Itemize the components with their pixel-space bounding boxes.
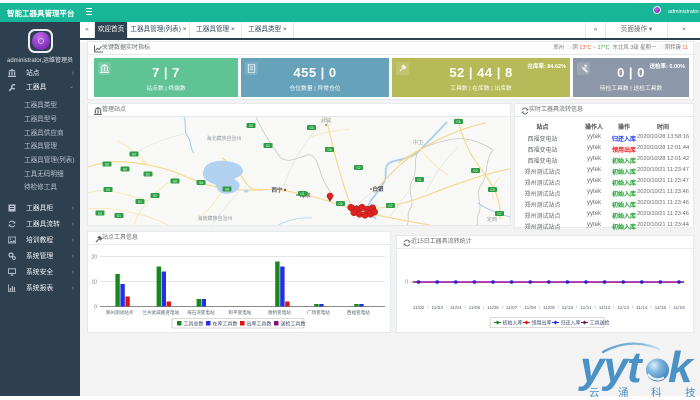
svg-text:兰州武威路变电站: 兰州武威路变电站 [142, 309, 179, 316]
svg-text:送检工具数: 送检工具数 [281, 320, 306, 327]
svg-text:G7: G7 [388, 204, 392, 208]
svg-text:技: 技 [685, 386, 696, 397]
svg-text:G0: G0 [132, 153, 136, 157]
svg-text:G0: G0 [249, 124, 253, 128]
svg-text:武威: 武威 [321, 117, 331, 124]
svg-text:G2: G2 [98, 212, 102, 216]
svg-text:S2: S2 [266, 144, 270, 148]
svg-text:20: 20 [91, 254, 97, 260]
svg-text:科: 科 [651, 386, 662, 397]
svg-text:广场变电站: 广场变电站 [307, 309, 330, 316]
svg-text:G0: G0 [105, 163, 109, 167]
svg-text:工具送检: 工具送检 [590, 319, 610, 326]
svg-text:11/03: 11/03 [431, 305, 443, 311]
svg-text:出库工具数: 出库工具数 [247, 320, 272, 327]
svg-text:工具总数: 工具总数 [184, 320, 204, 327]
svg-text:S1: S1 [117, 214, 121, 218]
svg-text:11/05: 11/05 [469, 305, 481, 311]
svg-text:定西: 定西 [487, 216, 497, 223]
svg-text:中卫: 中卫 [413, 139, 423, 146]
svg-text:西福变电站: 西福变电站 [347, 309, 370, 316]
svg-text:海南藏族自治州: 海南藏族自治州 [197, 215, 232, 222]
svg-text:11/11: 11/11 [580, 305, 592, 311]
svg-text:归还入库: 归还入库 [561, 319, 581, 326]
svg-text:陇桥变电站: 陇桥变电站 [268, 309, 291, 316]
svg-text:G2: G2 [123, 168, 127, 172]
svg-text:和平变电站: 和平变电站 [228, 309, 251, 316]
svg-text:yyt: yyt [578, 343, 644, 392]
svg-text:11/02: 11/02 [413, 305, 425, 311]
svg-text:11/16: 11/16 [673, 305, 685, 311]
svg-text:G0: G0 [309, 126, 313, 130]
svg-text:G6: G6 [225, 188, 229, 192]
svg-text:10: 10 [91, 279, 97, 285]
svg-text:西宁: 西宁 [271, 186, 283, 194]
svg-text:11/09: 11/09 [543, 305, 555, 311]
svg-text:11/04: 11/04 [450, 305, 462, 311]
svg-text:初始入库: 初始入库 [503, 319, 523, 326]
svg-text:G2: G2 [338, 202, 342, 206]
svg-text:G6: G6 [456, 120, 460, 124]
svg-text:白银: 白银 [372, 185, 384, 193]
svg-text:11/06: 11/06 [487, 305, 499, 311]
svg-text:G1: G1 [300, 192, 304, 196]
svg-text:在库工具数: 在库工具数 [213, 320, 238, 327]
svg-text:S2: S2 [146, 173, 150, 177]
svg-text:G2: G2 [473, 169, 477, 173]
svg-text:海石湾变电站: 海石湾变电站 [187, 309, 215, 316]
svg-text:G6: G6 [327, 148, 331, 152]
svg-text:11/12: 11/12 [599, 305, 611, 311]
svg-text:G3: G3 [490, 188, 494, 192]
svg-text:G0: G0 [106, 188, 110, 192]
svg-text:海北藏族自治州: 海北藏族自治州 [206, 135, 241, 142]
svg-text:11/15: 11/15 [655, 305, 667, 311]
svg-text:11/14: 11/14 [636, 305, 648, 311]
svg-text:G6: G6 [199, 181, 203, 185]
svg-text:11/08: 11/08 [524, 305, 536, 311]
svg-text:G1: G1 [417, 178, 421, 182]
svg-text:G2: G2 [356, 166, 360, 170]
svg-text:领用出库: 领用出库 [532, 319, 552, 326]
svg-text:0: 0 [405, 280, 408, 286]
svg-text:k: k [668, 343, 695, 392]
svg-text:11/10: 11/10 [562, 305, 574, 311]
svg-text:郑州测试站点: 郑州测试站点 [106, 309, 134, 316]
svg-text:11/13: 11/13 [617, 305, 629, 311]
svg-text:G6: G6 [173, 180, 177, 184]
svg-text:云: 云 [589, 387, 600, 397]
svg-text:G7: G7 [497, 212, 501, 216]
svg-text:11/07: 11/07 [506, 305, 518, 311]
svg-text:0: 0 [94, 304, 97, 310]
svg-text:S1: S1 [138, 200, 142, 204]
svg-text:S3: S3 [153, 194, 157, 198]
svg-text:涌: 涌 [618, 387, 629, 397]
